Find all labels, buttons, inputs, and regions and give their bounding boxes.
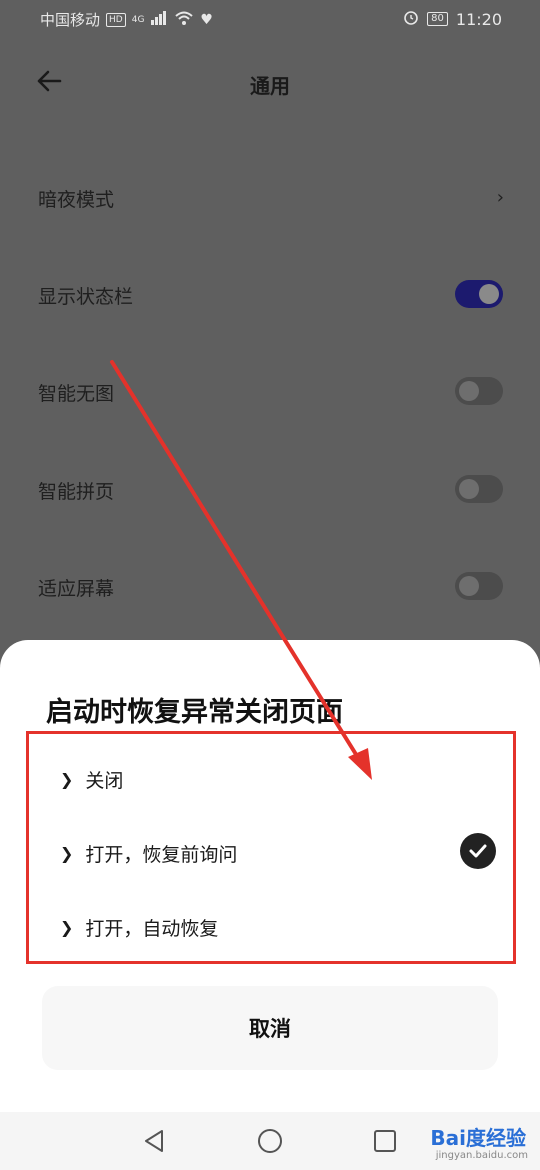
navigation-bar: Bai度经验 jingyan.baidu.com xyxy=(0,1112,540,1170)
annotation-arrow xyxy=(110,360,372,780)
recents-square-icon[interactable] xyxy=(370,1126,400,1156)
back-triangle-icon[interactable] xyxy=(140,1126,170,1156)
home-circle-icon[interactable] xyxy=(255,1126,285,1156)
baidu-watermark: Bai度经验 xyxy=(430,1126,526,1150)
watermark-url: jingyan.baidu.com xyxy=(435,1150,528,1161)
